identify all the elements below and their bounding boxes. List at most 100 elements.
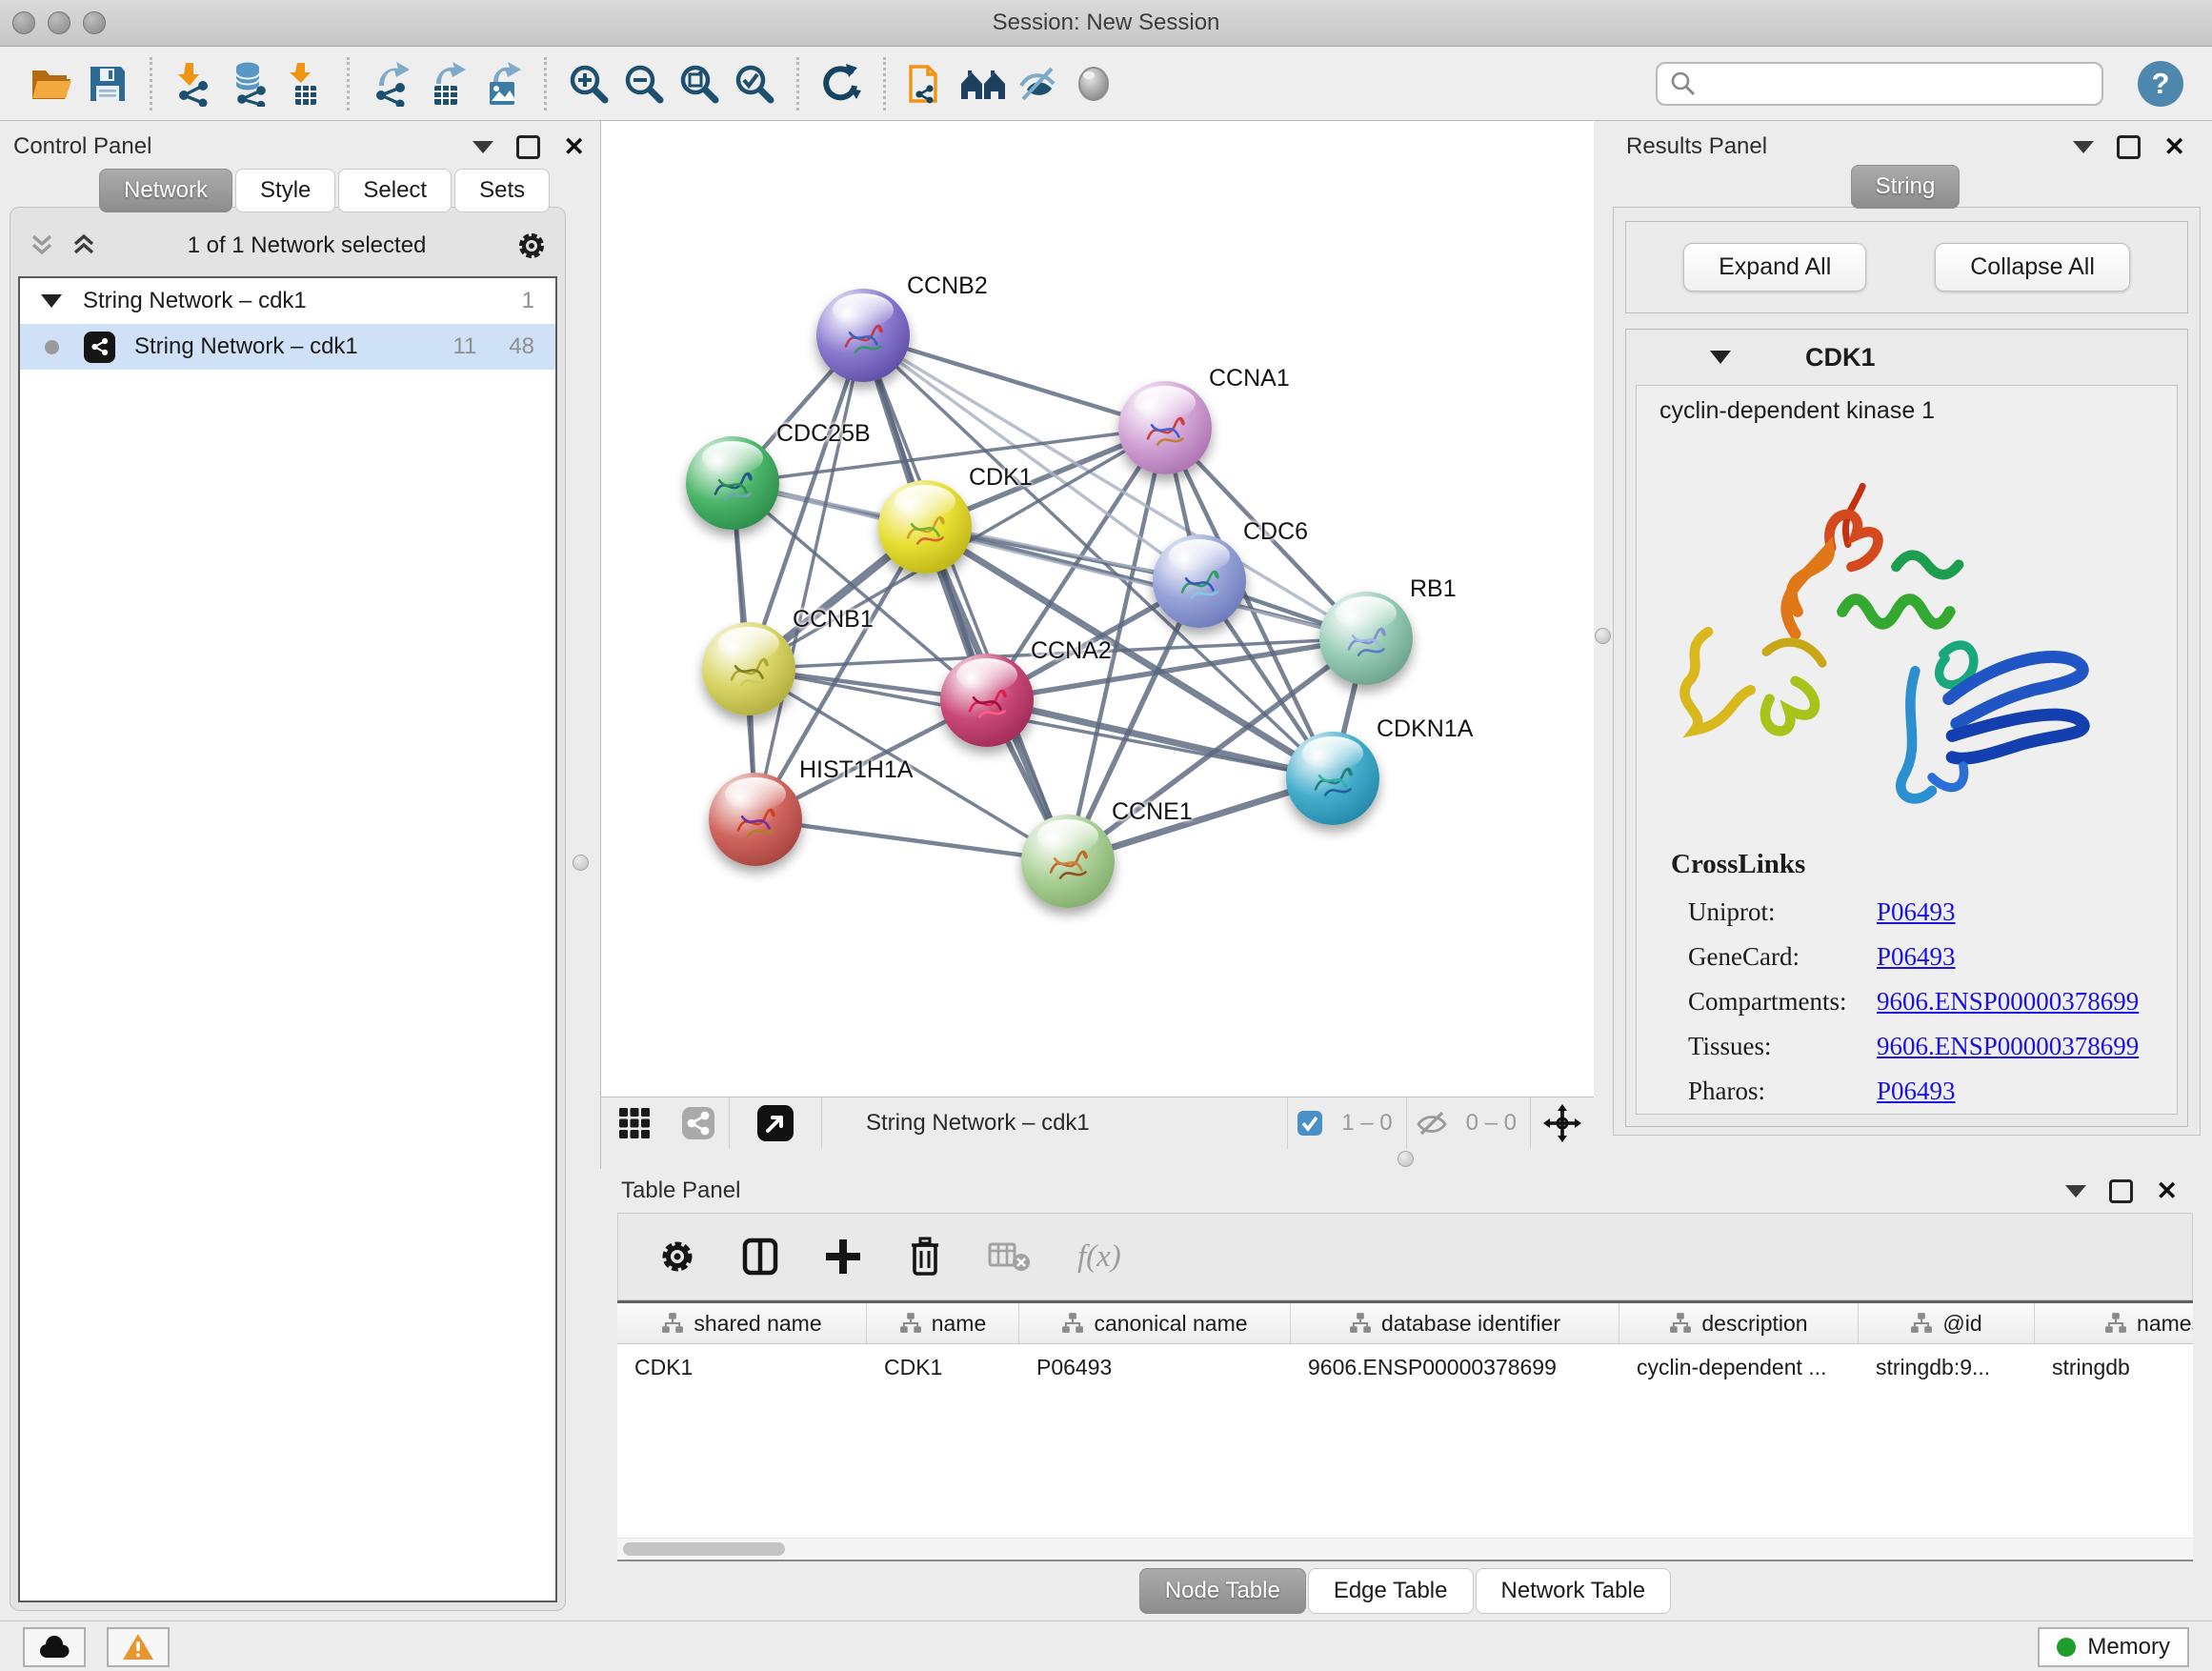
float-panel-icon[interactable]	[2073, 141, 2094, 153]
cell--id[interactable]: stringdb:9...	[1859, 1355, 2035, 1380]
warning-button[interactable]	[107, 1627, 170, 1667]
delete-table-icon[interactable]	[988, 1238, 1032, 1275]
cell-description[interactable]: cyclin-dependent ...	[1619, 1355, 1859, 1380]
search-field[interactable]	[1656, 62, 2103, 106]
tab-style[interactable]: Style	[235, 169, 335, 212]
collapse-all-icon[interactable]	[28, 232, 56, 259]
export-image-icon[interactable]	[474, 54, 530, 113]
network-canvas[interactable]: CCNB2CCNA1CDC25BCDK1CDC6RB1CCNB1CCNA2CDK…	[601, 121, 1594, 1097]
collapse-all-button[interactable]: Collapse All	[1935, 243, 2130, 292]
node-cdk1[interactable]	[878, 480, 972, 574]
float-panel-icon[interactable]	[473, 141, 493, 153]
open-in-window-icon[interactable]	[730, 1094, 821, 1153]
node-ccnb2[interactable]	[816, 289, 910, 382]
zoom-in-icon[interactable]	[561, 54, 616, 113]
show-columns-icon[interactable]	[742, 1238, 778, 1276]
open-session-icon[interactable]	[25, 54, 80, 113]
expand-all-icon[interactable]	[70, 232, 98, 259]
expander-icon[interactable]	[41, 294, 62, 308]
cell-database-identifier[interactable]: 9606.ENSP00000378699	[1291, 1355, 1619, 1380]
tab-edge-table[interactable]: Edge Table	[1308, 1568, 1474, 1614]
maximize-panel-icon[interactable]	[516, 135, 540, 159]
node-rb1[interactable]	[1319, 592, 1413, 685]
close-panel-icon[interactable]: ✕	[563, 134, 585, 160]
expand-all-button[interactable]: Expand All	[1683, 243, 1866, 292]
zoom-fit-icon[interactable]	[672, 54, 727, 113]
zoom-out-icon[interactable]	[616, 54, 672, 113]
help-icon[interactable]: ?	[2138, 61, 2183, 107]
node-cdc6[interactable]	[1153, 534, 1246, 628]
node-cdkn1a[interactable]	[1286, 732, 1379, 825]
function-builder-icon[interactable]: f(x)	[1077, 1239, 1121, 1275]
node-ccne1[interactable]	[1021, 815, 1115, 908]
refresh-icon[interactable]	[814, 54, 869, 113]
hide-panel-eye-icon[interactable]	[1011, 54, 1066, 113]
network-options-gear-icon[interactable]	[515, 230, 548, 262]
column-header--id[interactable]: @id	[1859, 1303, 2035, 1343]
save-session-icon[interactable]	[80, 54, 135, 113]
hidden-eye-icon[interactable]	[1407, 1094, 1457, 1153]
node-cdc25b[interactable]	[686, 436, 779, 530]
crosslink-link[interactable]: P06493	[1877, 1069, 1956, 1114]
cell-canonical-name[interactable]: P06493	[1019, 1355, 1291, 1380]
share-document-icon[interactable]	[900, 54, 955, 113]
column-header-canonical-name[interactable]: canonical name	[1019, 1303, 1291, 1343]
tab-node-table[interactable]: Node Table	[1139, 1568, 1306, 1614]
memory-button[interactable]: Memory	[2038, 1627, 2189, 1667]
export-network-icon[interactable]	[364, 54, 419, 113]
network-collection-row[interactable]: String Network – cdk1 1	[20, 278, 555, 324]
search-input[interactable]	[1698, 70, 2090, 98]
tab-select[interactable]: Select	[338, 169, 452, 212]
tab-sets[interactable]: Sets	[454, 169, 550, 212]
preview-eye-icon[interactable]	[1066, 54, 1121, 113]
cell-name[interactable]: CDK1	[867, 1355, 1019, 1380]
network-share-icon[interactable]	[668, 1094, 729, 1153]
export-table-icon[interactable]	[419, 54, 474, 113]
import-network-file-icon[interactable]	[167, 54, 222, 113]
horizontal-splitter-handle[interactable]	[1398, 1151, 1414, 1167]
delete-column-icon[interactable]	[908, 1237, 942, 1277]
float-panel-icon[interactable]	[2065, 1185, 2086, 1198]
node-ccna2[interactable]	[940, 654, 1034, 747]
table-settings-gear-icon[interactable]	[658, 1238, 696, 1276]
crosslink-link[interactable]: P06493	[1877, 890, 1956, 935]
vertical-splitter-handle[interactable]	[1595, 628, 1611, 644]
edge-CCNA2-CDKN1A[interactable]	[987, 700, 1333, 778]
tab-network-table[interactable]: Network Table	[1476, 1568, 1672, 1614]
pan-crosshair-icon[interactable]	[1531, 1094, 1594, 1153]
crosslink-link[interactable]: P06493	[1877, 935, 1956, 979]
cloud-button[interactable]	[23, 1627, 86, 1667]
table-horizontal-scrollbar[interactable]	[617, 1538, 2193, 1560]
table-row[interactable]: CDK1CDK1P064939606.ENSP00000378699cyclin…	[617, 1344, 2193, 1390]
collapse-entry-icon[interactable]	[1710, 351, 1731, 364]
column-header-namespace[interactable]: namespace	[2035, 1303, 2193, 1343]
maximize-panel-icon[interactable]	[2117, 135, 2141, 159]
column-header-description[interactable]: description	[1619, 1303, 1859, 1343]
import-table-icon[interactable]	[277, 54, 332, 113]
column-header-shared-name[interactable]: shared name	[617, 1303, 867, 1343]
node-ccna1[interactable]	[1118, 381, 1212, 474]
grid-view-icon[interactable]	[601, 1094, 668, 1153]
import-network-database-icon[interactable]	[222, 54, 277, 113]
edge-CCNB2-HIST1H1A[interactable]	[755, 335, 863, 819]
zoom-selected-icon[interactable]	[727, 54, 782, 113]
string-home-icon[interactable]	[955, 54, 1011, 113]
node-hist1h1a[interactable]	[709, 773, 802, 866]
gene-entry-header[interactable]: CDK1	[1626, 330, 2187, 385]
close-panel-icon[interactable]: ✕	[2156, 1178, 2178, 1204]
close-panel-icon[interactable]: ✕	[2163, 134, 2185, 160]
cell-namespace[interactable]: stringdb	[2035, 1355, 2193, 1380]
maximize-panel-icon[interactable]	[2109, 1179, 2133, 1203]
tab-network[interactable]: Network	[99, 169, 232, 212]
left-splitter-handle[interactable]	[573, 855, 589, 871]
selected-checkbox-icon[interactable]	[1288, 1094, 1332, 1153]
column-header-name[interactable]: name	[867, 1303, 1019, 1343]
cell-shared-name[interactable]: CDK1	[617, 1355, 867, 1380]
node-ccnb1[interactable]	[702, 622, 795, 715]
network-row[interactable]: String Network – cdk1 11 48	[20, 324, 555, 370]
create-column-icon[interactable]	[824, 1238, 862, 1276]
tab-string[interactable]: String	[1851, 165, 1961, 209]
crosslink-link[interactable]: 9606.ENSP00000378699	[1877, 979, 2139, 1024]
vertical-splitter[interactable]	[1594, 121, 1613, 1169]
scrollbar-thumb[interactable]	[623, 1542, 785, 1556]
